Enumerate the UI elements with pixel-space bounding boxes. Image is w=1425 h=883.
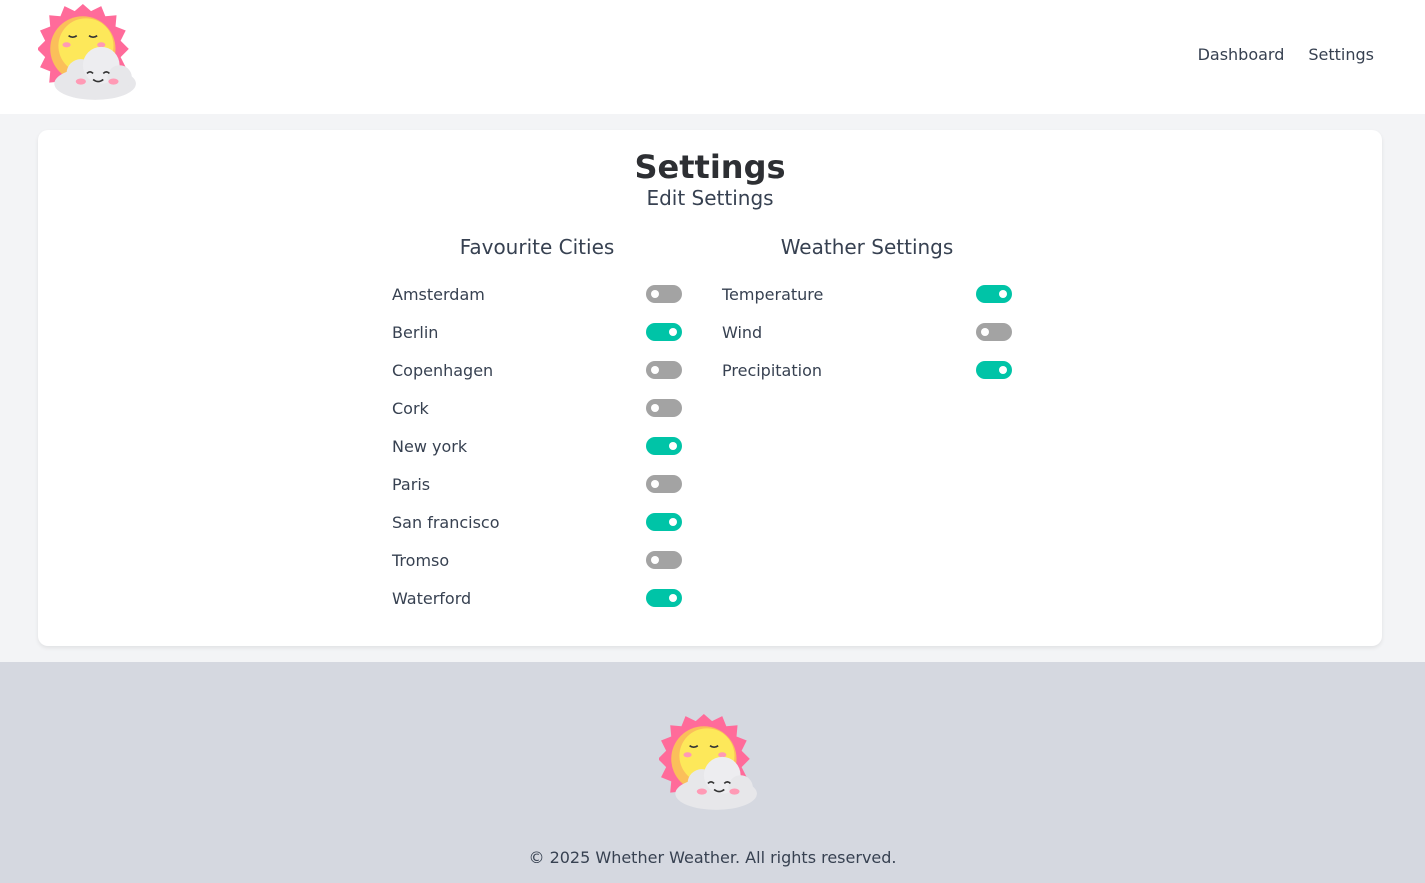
favourite-cities-heading: Favourite Cities: [459, 235, 615, 259]
city-toggle[interactable]: [646, 437, 682, 455]
city-row: Paris: [392, 465, 682, 503]
weather-setting-row: Wind: [722, 313, 1012, 351]
city-row: New york: [392, 427, 682, 465]
city-row: Berlin: [392, 313, 682, 351]
toggle-knob: [651, 556, 659, 564]
cities-list: Amsterdam Berlin Copenhagen Cork New york Par…: [392, 275, 682, 617]
settings-card: Settings Edit Settings Favourite Cities …: [38, 130, 1382, 646]
header: Dashboard Settings: [0, 0, 1425, 114]
footer: © 2025 Whether Weather. All rights reser…: [0, 662, 1425, 883]
weather-setting-row: Precipitation: [722, 351, 1012, 389]
city-label: Cork: [392, 398, 429, 418]
city-toggle[interactable]: [646, 589, 682, 607]
city-row: San francisco: [392, 503, 682, 541]
sun-cloud-logo-icon: [36, 4, 136, 100]
weather-setting-toggle[interactable]: [976, 285, 1012, 303]
favourite-cities-section: Favourite Cities Amsterdam Berlin Copenhag…: [392, 235, 682, 617]
weather-list: Temperature Wind Precipitation: [722, 275, 1012, 389]
city-label: Berlin: [392, 322, 439, 342]
toggle-knob: [669, 328, 677, 336]
toggle-knob: [651, 366, 659, 374]
toggle-knob: [669, 594, 677, 602]
copyright-text: © 2025 Whether Weather. All rights reser…: [528, 848, 897, 867]
logo[interactable]: [36, 2, 140, 104]
city-label: Tromso: [392, 550, 450, 570]
toggle-knob: [669, 442, 677, 450]
city-row: Amsterdam: [392, 275, 682, 313]
toggle-knob: [999, 366, 1007, 374]
city-toggle[interactable]: [646, 285, 682, 303]
footer-logo: [657, 712, 761, 814]
page-title: Settings: [634, 148, 786, 186]
city-toggle[interactable]: [646, 551, 682, 569]
toggle-knob: [669, 518, 677, 526]
city-toggle[interactable]: [646, 399, 682, 417]
page-subtitle: Edit Settings: [646, 186, 774, 210]
city-row: Tromso: [392, 541, 682, 579]
toggle-knob: [651, 480, 659, 488]
nav-settings-link[interactable]: Settings: [1308, 45, 1374, 64]
weather-settings-heading: Weather Settings: [780, 235, 954, 259]
city-row: Waterford: [392, 579, 682, 617]
city-label: New york: [392, 436, 468, 456]
city-label: Copenhagen: [392, 360, 494, 380]
city-label: Paris: [392, 474, 431, 494]
weather-setting-row: Temperature: [722, 275, 1012, 313]
city-toggle[interactable]: [646, 513, 682, 531]
toggle-knob: [651, 290, 659, 298]
city-label: Amsterdam: [392, 284, 485, 304]
city-toggle[interactable]: [646, 323, 682, 341]
weather-setting-toggle[interactable]: [976, 323, 1012, 341]
sun-cloud-logo-icon: [657, 714, 757, 810]
main-nav: Dashboard Settings: [1198, 45, 1374, 64]
weather-setting-toggle[interactable]: [976, 361, 1012, 379]
city-row: Cork: [392, 389, 682, 427]
nav-dashboard-link[interactable]: Dashboard: [1198, 45, 1285, 64]
weather-setting-label: Wind: [722, 322, 763, 342]
toggle-knob: [651, 404, 659, 412]
toggle-knob: [999, 290, 1007, 298]
city-label: San francisco: [392, 512, 500, 532]
weather-settings-section: Weather Settings Temperature Wind Precipit…: [722, 235, 1012, 389]
main-content: Settings Edit Settings Favourite Cities …: [0, 114, 1425, 662]
toggle-knob: [981, 328, 989, 336]
weather-setting-label: Temperature: [722, 284, 824, 304]
city-toggle[interactable]: [646, 361, 682, 379]
city-label: Waterford: [392, 588, 472, 608]
weather-setting-label: Precipitation: [722, 360, 823, 380]
city-toggle[interactable]: [646, 475, 682, 493]
city-row: Copenhagen: [392, 351, 682, 389]
